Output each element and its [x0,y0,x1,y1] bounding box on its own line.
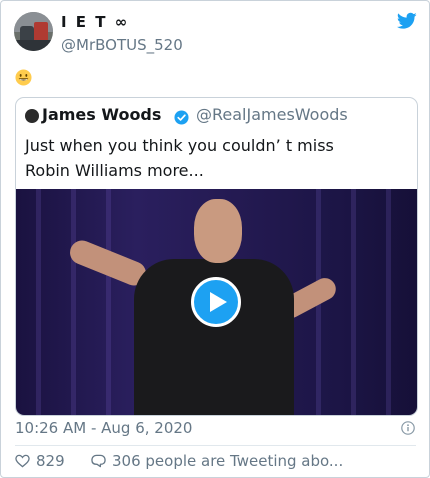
author-name[interactable]: I E T ∞ [61,13,129,31]
heart-icon [15,454,30,468]
like-count: 829 [36,452,65,470]
divider [15,445,416,446]
play-icon [210,292,227,312]
video-thumbnail[interactable] [16,189,417,415]
conversation-link[interactable]: 306 people are Tweeting abo... [91,452,343,470]
talking-count-text: 306 people are Tweeting abo... [112,452,344,470]
quoted-tweet-text: Just when you think you couldn’ t miss R… [25,136,334,180]
quoted-author-avatar[interactable] [25,109,39,123]
reply-bubble-icon [91,454,106,468]
quoted-author-name[interactable]: James Woods [42,105,161,124]
play-button[interactable] [191,277,241,327]
author-handle[interactable]: @MrBOTUS_520 [61,36,183,54]
grinning-face-emoji-icon [15,69,32,86]
twitter-bird-icon[interactable] [397,12,417,30]
quoted-tweet[interactable]: James Woods @RealJamesWoods Just when yo… [15,97,418,416]
author-avatar[interactable] [14,12,53,51]
info-icon[interactable] [401,421,415,435]
verified-badge-icon [174,110,189,125]
embedded-tweet-card[interactable]: I E T ∞ @MrBOTUS_520 James Woods @RealJa… [0,0,430,478]
quoted-author-handle[interactable]: @RealJamesWoods [196,105,348,124]
tweet-timestamp[interactable]: 10:26 AM - Aug 6, 2020 [15,419,192,437]
performer-head [194,199,242,263]
like-button[interactable]: 829 [15,452,65,470]
